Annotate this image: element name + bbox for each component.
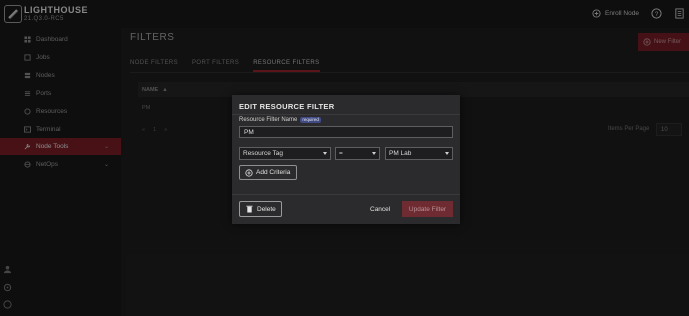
- modal-title: EDIT RESOURCE FILTER: [239, 102, 335, 111]
- add-criteria-label: Add Criteria: [256, 169, 291, 176]
- criteria-field-select[interactable]: Resource Tag: [239, 147, 331, 160]
- required-badge: required: [300, 117, 321, 123]
- criteria-value-value: PM Lab: [389, 150, 412, 157]
- filter-name-value: PM: [244, 128, 254, 136]
- criteria-operator-select[interactable]: =: [335, 147, 380, 160]
- modal-divider: [232, 194, 460, 195]
- update-filter-button[interactable]: Update Filter: [402, 201, 453, 217]
- delete-button[interactable]: Delete: [239, 201, 282, 217]
- filter-name-label: Resource Filter Name required: [239, 117, 321, 123]
- delete-label: Delete: [257, 205, 276, 213]
- caret-down-icon: [445, 152, 449, 155]
- filter-name-input[interactable]: PM: [239, 126, 453, 138]
- modal-divider: [232, 114, 460, 115]
- criteria-field-value: Resource Tag: [243, 150, 283, 157]
- cancel-button[interactable]: Cancel: [370, 206, 390, 213]
- edit-resource-filter-modal: EDIT RESOURCE FILTER Resource Filter Nam…: [232, 95, 460, 224]
- criteria-value-select[interactable]: PM Lab: [385, 147, 453, 160]
- caret-down-icon: [323, 152, 327, 155]
- criteria-operator-value: =: [339, 150, 343, 157]
- trash-icon: [246, 205, 253, 213]
- filter-name-label-text: Resource Filter Name: [239, 117, 298, 123]
- add-criteria-button[interactable]: Add Criteria: [239, 165, 297, 180]
- update-filter-label: Update Filter: [408, 205, 447, 213]
- app-window: LIGHTHOUSE 21.Q3.0-RC5 Enroll Node ? Das…: [0, 0, 689, 316]
- plus-circle-icon: [245, 168, 253, 177]
- caret-down-icon: [372, 152, 376, 155]
